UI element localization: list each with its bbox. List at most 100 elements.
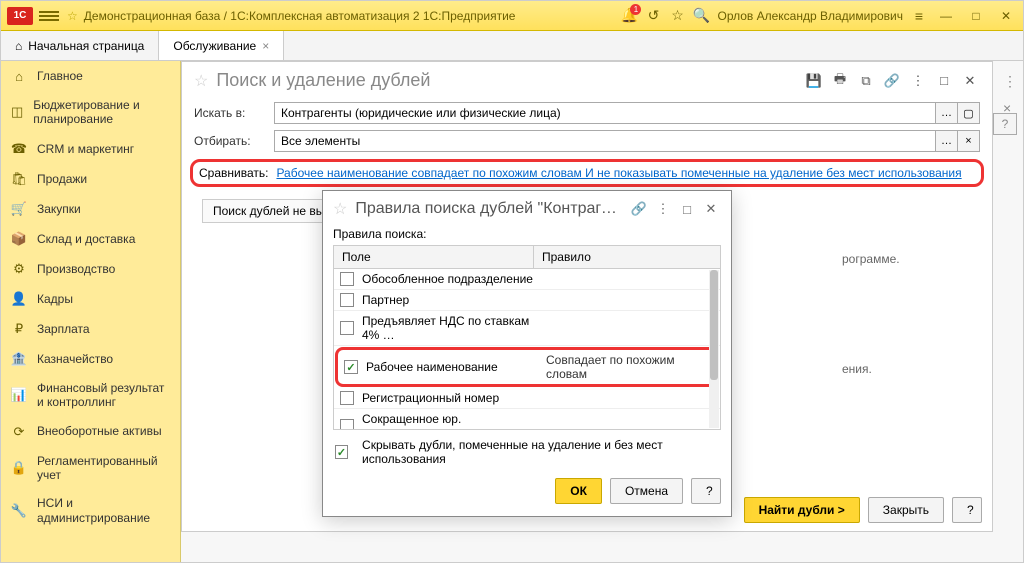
- rule-row-1[interactable]: Партнер: [334, 290, 720, 311]
- compare-link[interactable]: Рабочее наименование совпадает по похожи…: [276, 166, 975, 180]
- sidebar-icon-3: 🛍: [11, 171, 27, 187]
- dialog-link-icon[interactable]: 🔗: [629, 199, 649, 219]
- sidebar-item-11[interactable]: ⟳Внеоборотные активы: [1, 417, 180, 447]
- filter-select-button[interactable]: …: [936, 130, 958, 152]
- rule-field-0: Обособленное подразделение: [362, 272, 542, 286]
- rule-row-5[interactable]: Сокращенное юр. наименование: [334, 409, 720, 429]
- print-icon[interactable]: 🖶: [830, 71, 850, 91]
- main-panel: ☆ Поиск и удаление дублей 💾 🖶 ⧉ 🔗 ⋮ □ ✕ …: [181, 61, 993, 532]
- sidebar-item-1[interactable]: ◫Бюджетирование и планирование: [1, 91, 180, 134]
- sidebar-item-6[interactable]: ⚙ Производство: [1, 254, 180, 284]
- sidebar: ⌂Главное◫Бюджетирование и планирование☎C…: [1, 61, 181, 562]
- rule-checkbox-2[interactable]: [340, 321, 354, 335]
- side-menu-icon[interactable]: ⋮: [1003, 73, 1017, 90]
- sidebar-icon-6: ⚙: [11, 261, 27, 277]
- sidebar-item-3[interactable]: 🛍Продажи: [1, 164, 180, 194]
- compare-label: Сравнивать:: [199, 166, 268, 180]
- sidebar-icon-10: 📊: [11, 387, 27, 403]
- sidebar-icon-13: 🔧: [11, 503, 27, 519]
- side-help-button[interactable]: ?: [993, 113, 1017, 135]
- col-field-header[interactable]: Поле: [334, 246, 534, 268]
- rule-value-3: Совпадает по похожим словам: [546, 353, 710, 381]
- dialog-star-icon[interactable]: ☆: [333, 199, 347, 219]
- help-button[interactable]: ?: [952, 497, 982, 523]
- link-icon[interactable]: 🔗: [882, 71, 902, 91]
- app-logo: 1C: [7, 7, 33, 25]
- dialog-cancel-button[interactable]: Отмена: [610, 478, 683, 504]
- copy-icon[interactable]: ⧉: [856, 71, 876, 91]
- sidebar-item-4[interactable]: 🛒Закупки: [1, 194, 180, 224]
- rules-label: Правила поиска:: [333, 227, 721, 241]
- close-panel-icon[interactable]: ✕: [960, 71, 980, 91]
- sidebar-item-9[interactable]: 🏦Казначейство: [1, 344, 180, 374]
- dialog-close-icon[interactable]: ✕: [701, 199, 721, 219]
- dialog-title: Правила поиска дублей "Контрагент…: [355, 200, 621, 218]
- user-menu-icon[interactable]: ≡: [911, 8, 927, 24]
- search-icon[interactable]: 🔍: [693, 8, 709, 24]
- sidebar-label-10: Финансовый результат и контроллинг: [37, 381, 170, 410]
- dialog-help-button[interactable]: ?: [691, 478, 721, 504]
- close-window-button[interactable]: ✕: [995, 9, 1017, 23]
- rule-row-2[interactable]: Предъявляет НДС по ставкам 4% …: [334, 311, 720, 346]
- dialog-more-icon[interactable]: ⋮: [653, 199, 673, 219]
- user-name[interactable]: Орлов Александр Владимирович: [717, 9, 903, 23]
- sidebar-item-12[interactable]: 🔒Регламентированный учет: [1, 447, 180, 490]
- rule-checkbox-5[interactable]: [340, 419, 354, 429]
- rule-row-3[interactable]: Рабочее наименованиеСовпадает по похожим…: [335, 347, 719, 387]
- rule-field-5: Сокращенное юр. наименование: [362, 412, 542, 429]
- tab-home[interactable]: ⌂ Начальная страница: [1, 31, 159, 60]
- compare-row: Сравнивать: Рабочее наименование совпада…: [190, 159, 984, 187]
- hide-duplicates-checkbox[interactable]: [335, 445, 348, 459]
- find-duplicates-button[interactable]: Найти дубли >: [744, 497, 860, 523]
- rule-checkbox-3[interactable]: [344, 360, 358, 374]
- sidebar-item-10[interactable]: 📊 Финансовый результат и контроллинг: [1, 374, 180, 417]
- rule-field-1: Партнер: [362, 293, 542, 307]
- sidebar-item-2[interactable]: ☎CRM и маркетинг: [1, 134, 180, 164]
- bell-badge: 1: [630, 4, 641, 15]
- menu-icon[interactable]: [39, 11, 59, 21]
- more-icon[interactable]: ⋮: [908, 71, 928, 91]
- star-icon[interactable]: ☆: [67, 9, 78, 23]
- sidebar-icon-4: 🛒: [11, 201, 27, 217]
- search-in-input[interactable]: [274, 102, 936, 124]
- scroll-thumb[interactable]: [710, 270, 718, 380]
- window-title: Демонстрационная база / 1С:Комплексная а…: [84, 9, 622, 23]
- dialog-expand-icon[interactable]: □: [677, 199, 697, 219]
- favorite-icon[interactable]: ☆: [669, 8, 685, 24]
- history-icon[interactable]: ↺: [645, 8, 661, 24]
- content-area: ⋮ × ? ☆ Поиск и удаление дублей 💾 🖶 ⧉ 🔗 …: [181, 61, 1023, 562]
- search-in-label: Искать в:: [194, 106, 266, 120]
- sidebar-item-7[interactable]: 👤Кадры: [1, 284, 180, 314]
- filter-clear-button[interactable]: ×: [958, 130, 980, 152]
- sidebar-icon-9: 🏦: [11, 351, 27, 367]
- save-icon[interactable]: 💾: [804, 71, 824, 91]
- dialog-ok-button[interactable]: ОК: [555, 478, 602, 504]
- bg-text-2: ения.: [842, 362, 872, 376]
- sidebar-item-5[interactable]: 📦Склад и доставка: [1, 224, 180, 254]
- sidebar-icon-1: ◫: [11, 104, 23, 120]
- maximize-button[interactable]: □: [965, 9, 987, 23]
- bell-icon[interactable]: 🔔1: [621, 8, 637, 24]
- rules-scrollbar[interactable]: [709, 270, 719, 428]
- rule-row-4[interactable]: Регистрационный номер: [334, 388, 720, 409]
- rule-checkbox-0[interactable]: [340, 272, 354, 286]
- panel-side-tools: ⋮ × ?: [1003, 73, 1017, 116]
- tab-close-icon[interactable]: ×: [262, 39, 269, 53]
- rule-row-0[interactable]: Обособленное подразделение: [334, 269, 720, 290]
- tab-service[interactable]: Обслуживание ×: [159, 31, 284, 60]
- close-button[interactable]: Закрыть: [868, 497, 944, 523]
- sidebar-item-0[interactable]: ⌂Главное: [1, 61, 180, 91]
- rule-checkbox-1[interactable]: [340, 293, 354, 307]
- panel-star-icon[interactable]: ☆: [194, 71, 208, 91]
- rule-checkbox-4[interactable]: [340, 391, 354, 405]
- search-in-open-button[interactable]: ▢: [958, 102, 980, 124]
- search-in-select-button[interactable]: …: [936, 102, 958, 124]
- expand-icon[interactable]: □: [934, 71, 954, 91]
- sidebar-item-13[interactable]: 🔧НСИ и администрирование: [1, 489, 180, 532]
- col-rule-header[interactable]: Правило: [534, 246, 720, 268]
- sidebar-icon-8: ₽: [11, 321, 27, 337]
- sidebar-item-8[interactable]: ₽Зарплата: [1, 314, 180, 344]
- sidebar-label-6: Производство: [37, 262, 115, 276]
- minimize-button[interactable]: —: [935, 9, 957, 23]
- filter-input[interactable]: [274, 130, 936, 152]
